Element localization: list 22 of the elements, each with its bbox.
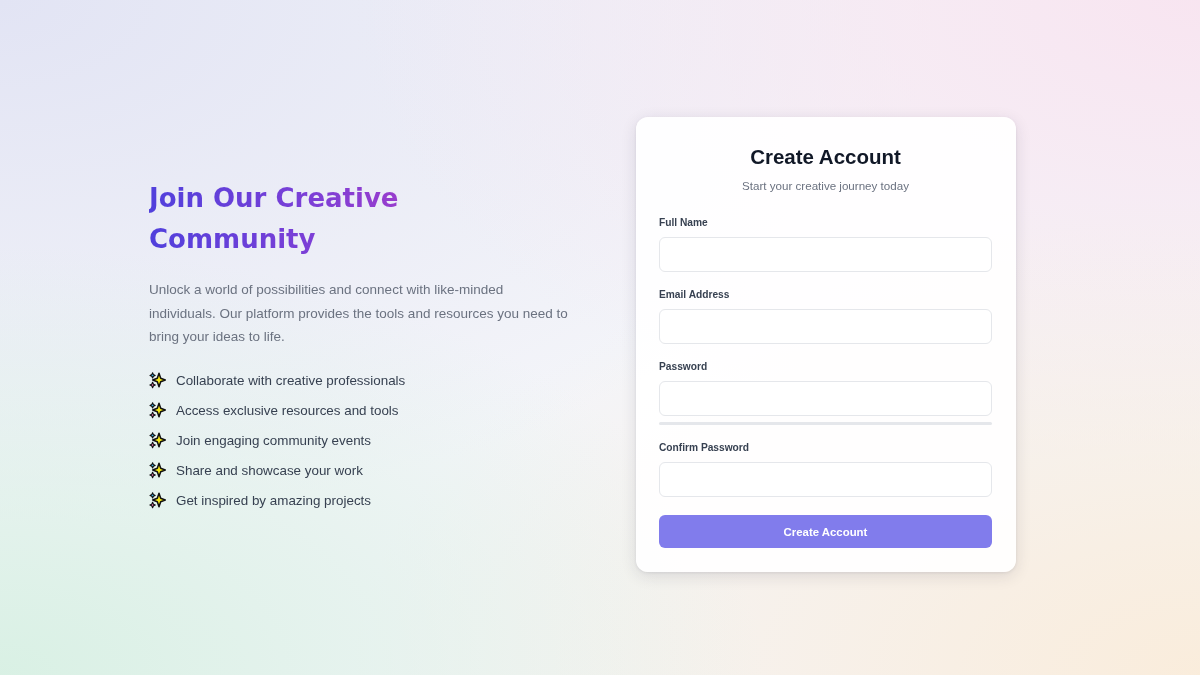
input-field[interactable] [659,462,992,497]
form-subtitle: Start your creative journey today [742,178,909,193]
field-label: Confirm Password [659,441,749,455]
input-field[interactable] [659,309,992,344]
field-label: Password [659,360,708,374]
form-title: Create Account [750,144,901,170]
feature-text: Get inspired by amazing projects [176,493,371,509]
field-label: Email Address [659,288,730,302]
feature-text: Collaborate with creative professionals [176,373,406,389]
sparkles-icon [149,432,166,450]
hero-description: Unlock a world of possibilities and connect with like-minded individuals. Our platform provides the tools and resources you need to bring your ideas to life. [149,281,569,347]
sparkles-icon [149,462,166,480]
sparkles-icon [149,492,166,510]
feature-text: Join engaging community events [176,433,372,449]
feature-text: Share and showcase your work [176,463,363,479]
input-field[interactable] [659,237,992,272]
create-account-button[interactable]: Create Account [659,515,992,548]
feature-text: Access exclusive resources and tools [176,403,399,419]
field-label: Full Name [659,216,708,230]
sparkles-icon [149,402,166,420]
sparkles-icon [149,372,166,390]
input-field[interactable] [659,381,992,416]
